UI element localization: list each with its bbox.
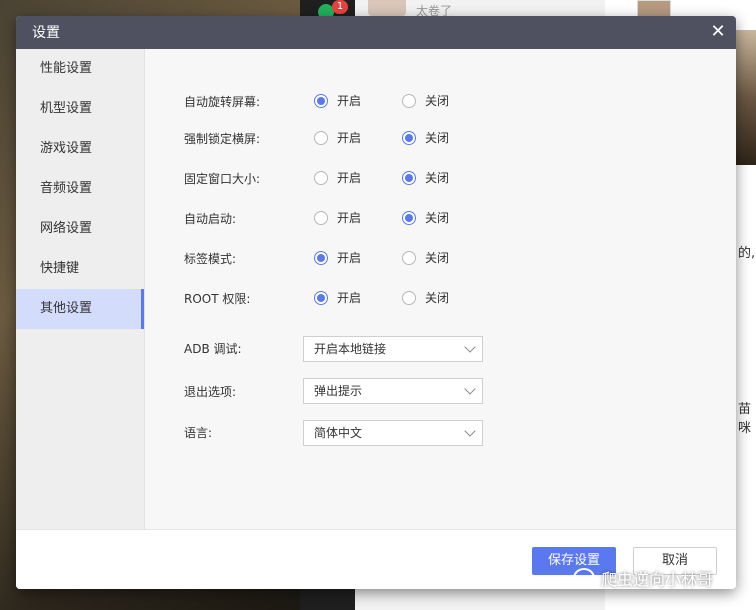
close-icon[interactable]: ✕ (708, 22, 728, 42)
watermark: 爬虫逆向小林哥 (573, 566, 713, 590)
root-permission-label: ROOT 权限: (184, 292, 251, 306)
radio-dot-icon (402, 170, 416, 185)
sidebar-item-label: 网络设置 (40, 221, 93, 236)
radio-dot-icon (314, 170, 328, 185)
fixed-window-size-label: 固定窗口大小: (184, 172, 261, 186)
radio-label: 关闭 (425, 131, 450, 145)
fixed-window-size-radio-on[interactable]: 开启 (314, 169, 361, 186)
force-landscape-radio-off[interactable]: 关闭 (402, 129, 449, 146)
feed-snippet-2: 苗咪 (738, 402, 752, 436)
settings-content: 自动旋转屏幕: 开启 关闭 强制锁定横屏: 开启 关闭 固定窗口大小: 开启 关闭 自动启动: 开启… (145, 49, 736, 529)
radio-dot-icon (314, 130, 328, 145)
radio-dot-icon (402, 290, 416, 305)
radio-label: 开启 (337, 94, 362, 108)
force-landscape-radio-on[interactable]: 开启 (314, 129, 361, 146)
radio-label: 开启 (337, 211, 362, 225)
auto-start-radio-off[interactable]: 关闭 (402, 209, 449, 226)
sidebar-item-label: 游戏设置 (40, 141, 93, 156)
wechat-icon (573, 568, 595, 588)
language-label: 语言: (184, 426, 213, 440)
sidebar-item-label: 其他设置 (40, 301, 93, 316)
radio-label: 开启 (337, 291, 362, 305)
chevron-down-icon (464, 425, 476, 437)
sidebar-item-label: 性能设置 (40, 61, 93, 76)
radio-dot-icon (314, 290, 328, 305)
chevron-down-icon (464, 341, 476, 353)
watermark-text: 爬虫逆向小林哥 (601, 570, 714, 589)
select-value: 弹出提示 (314, 384, 363, 398)
chat-avatar (368, 0, 406, 16)
radio-dot-icon (314, 250, 328, 265)
feed-photo (736, 30, 756, 165)
sidebar-item-network[interactable]: 网络设置 (16, 209, 144, 249)
dialog-titlebar: 设置 ✕ (16, 16, 736, 49)
adb-debug-label: ADB 调试: (184, 342, 242, 356)
radio-label: 开启 (337, 171, 362, 185)
radio-label: 开启 (337, 131, 362, 145)
fixed-window-size-radio-off[interactable]: 关闭 (402, 169, 449, 186)
radio-dot-icon (402, 250, 416, 265)
root-permission-radio-off[interactable]: 关闭 (402, 289, 449, 306)
sidebar-item-audio[interactable]: 音频设置 (16, 169, 144, 209)
auto-rotate-radio-off[interactable]: 关闭 (402, 92, 449, 109)
sidebar-item-performance[interactable]: 性能设置 (16, 49, 144, 89)
radio-label: 关闭 (425, 171, 450, 185)
chevron-down-icon (464, 383, 476, 395)
radio-label: 关闭 (425, 94, 450, 108)
tab-mode-radio-on[interactable]: 开启 (314, 249, 361, 266)
language-select[interactable]: 简体中文 (303, 420, 483, 446)
exit-option-label: 退出选项: (184, 385, 237, 399)
radio-label: 开启 (337, 251, 362, 265)
tab-mode-radio-off[interactable]: 关闭 (402, 249, 449, 266)
radio-dot-icon (314, 210, 328, 225)
settings-dialog: 设置 ✕ 性能设置 机型设置 游戏设置 音频设置 网络设置 快捷键 其他设置 自… (16, 16, 736, 589)
radio-label: 关闭 (425, 291, 450, 305)
radio-label: 关闭 (425, 211, 450, 225)
radio-dot-icon (314, 93, 328, 108)
sidebar-item-label: 音频设置 (40, 181, 93, 196)
adb-debug-select[interactable]: 开启本地链接 (303, 336, 483, 362)
force-landscape-label: 强制锁定横屏: (184, 132, 261, 146)
sidebar-item-other[interactable]: 其他设置 (16, 289, 144, 329)
sidebar-item-label: 快捷键 (40, 261, 80, 276)
sidebar-item-game[interactable]: 游戏设置 (16, 129, 144, 169)
feed-snippet-1: 的, (738, 246, 756, 261)
root-permission-radio-on[interactable]: 开启 (314, 289, 361, 306)
sidebar-item-shortcuts[interactable]: 快捷键 (16, 249, 144, 289)
exit-option-select[interactable]: 弹出提示 (303, 378, 483, 404)
tab-mode-label: 标签模式: (184, 252, 237, 266)
radio-dot-icon (402, 210, 416, 225)
auto-rotate-label: 自动旋转屏幕: (184, 95, 261, 109)
settings-sidebar: 性能设置 机型设置 游戏设置 音频设置 网络设置 快捷键 其他设置 (16, 49, 145, 529)
select-value: 简体中文 (314, 426, 363, 440)
auto-start-label: 自动启动: (184, 212, 237, 226)
auto-rotate-radio-on[interactable]: 开启 (314, 92, 361, 109)
sidebar-item-label: 机型设置 (40, 101, 93, 116)
select-value: 开启本地链接 (314, 342, 387, 356)
notification-badge: 1 (332, 0, 348, 14)
auto-start-radio-on[interactable]: 开启 (314, 209, 361, 226)
radio-label: 关闭 (425, 251, 450, 265)
sidebar-item-device-model[interactable]: 机型设置 (16, 89, 144, 129)
radio-dot-icon (402, 130, 416, 145)
dialog-title: 设置 (32, 25, 60, 41)
radio-dot-icon (402, 93, 416, 108)
